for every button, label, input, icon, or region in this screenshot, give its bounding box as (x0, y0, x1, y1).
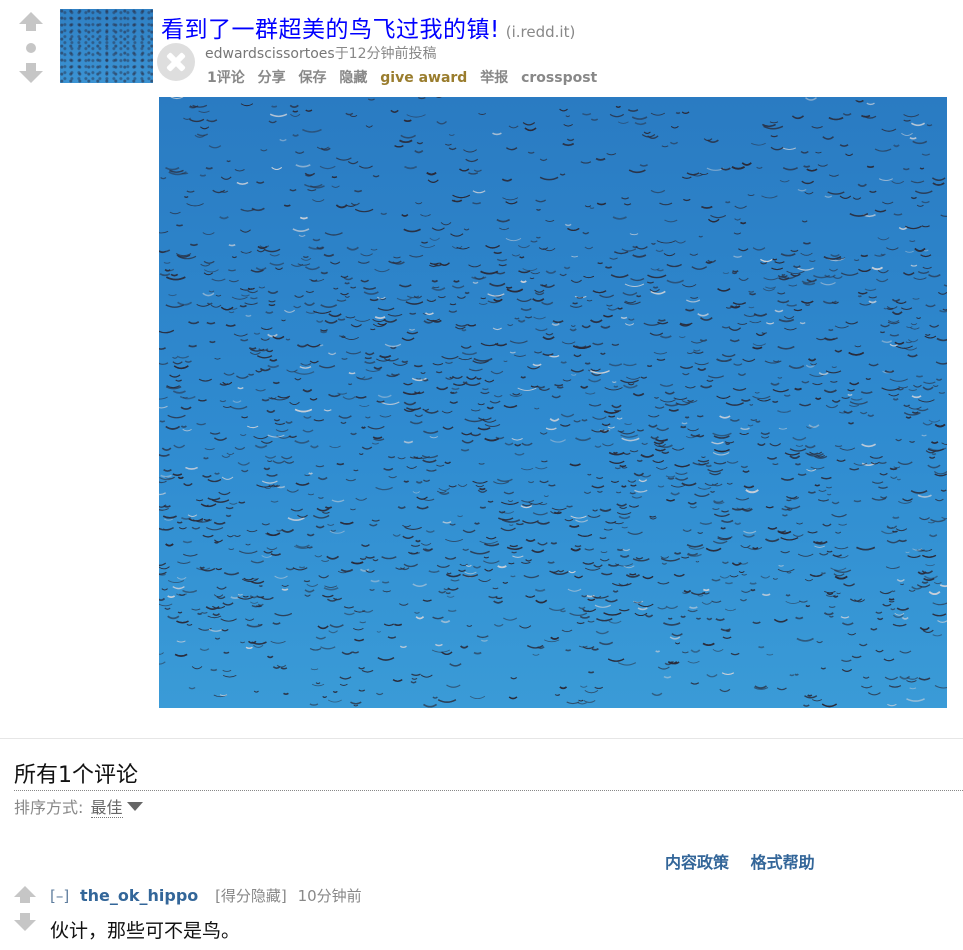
share-button[interactable]: 分享 (258, 70, 286, 86)
give-award-button[interactable]: give award (380, 70, 467, 86)
post-upvote-button[interactable] (18, 12, 44, 34)
bird-flock (159, 97, 947, 708)
post-downvote-button[interactable] (18, 63, 44, 85)
comment-downvote-icon[interactable] (14, 920, 36, 931)
post-time: 于12分钟前投稿 (334, 46, 437, 62)
crosspost-button[interactable]: crosspost (521, 70, 597, 86)
comment-time: 10分钟前 (297, 887, 362, 905)
sort-label: 排序方式: (14, 798, 84, 817)
post-image[interactable] (159, 97, 947, 708)
post-title-link[interactable]: 看到了一群超美的鸟飞过我的镇! (161, 17, 500, 43)
vote-score-dot (26, 43, 36, 53)
post-action-buttons: 1评论 分享 保存 隐藏 give award 举报 crosspost (207, 67, 605, 87)
format-help-link[interactable]: 格式帮助 (751, 853, 815, 872)
sort-dropdown[interactable]: 最佳 (90, 798, 123, 818)
collapse-expando-button[interactable] (157, 43, 195, 81)
comment-collapse-toggle[interactable]: [–] (50, 887, 69, 905)
flock-illustration (159, 97, 947, 708)
sort-menu: 排序方式: 最佳 (14, 794, 143, 818)
comment-score: [得分隐藏] (215, 887, 287, 905)
post-author-link[interactable]: edwardscissortoes (205, 46, 335, 62)
comment-author-link[interactable]: the_ok_hippo (80, 886, 198, 905)
report-button[interactable]: 举报 (480, 70, 508, 86)
post-thumbnail[interactable] (60, 9, 153, 83)
comments-title: 所有1个评论 (14, 763, 138, 788)
post-tagline: edwardscissortoes于12分钟前投稿 (205, 43, 437, 63)
help-links: 内容政策 格式帮助 (665, 849, 831, 873)
comments-button[interactable]: 1评论 (207, 70, 245, 86)
dropdown-caret-icon[interactable] (126, 802, 143, 811)
save-button[interactable]: 保存 (299, 70, 327, 86)
comment-header: [–] the_ok_hippo [得分隐藏] 10分钟前 (50, 885, 362, 906)
post-domain[interactable]: (i.redd.it) (506, 23, 576, 41)
comment-body: 伙计，那些可不是鸟。 (50, 920, 241, 942)
hide-button[interactable]: 隐藏 (339, 70, 367, 86)
content-policy-link[interactable]: 内容政策 (665, 853, 729, 872)
post-title-line: 看到了一群超美的鸟飞过我的镇! (i.redd.it) (161, 10, 575, 44)
downvote-arrow-icon (19, 71, 43, 83)
dotted-divider (14, 790, 963, 791)
section-divider (0, 738, 963, 739)
